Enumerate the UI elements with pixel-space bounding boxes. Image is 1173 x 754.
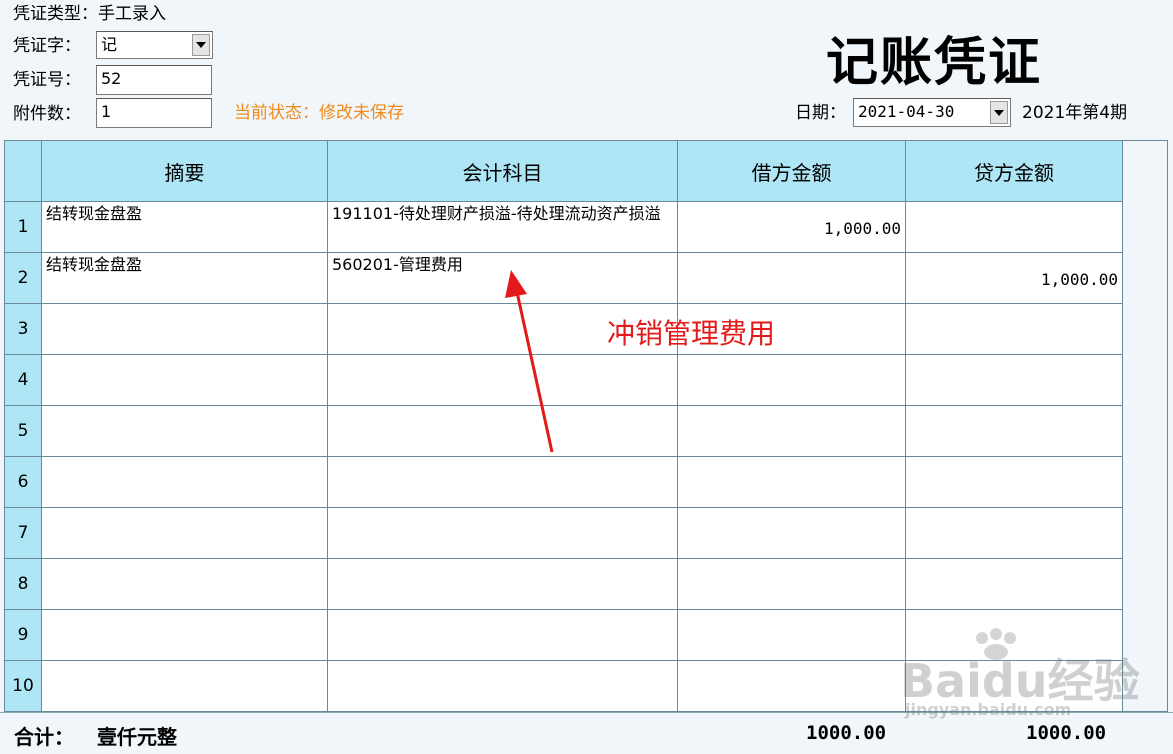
- row-number: 1: [5, 202, 42, 253]
- column-header-credit: 贷方金额: [906, 141, 1123, 202]
- account-cell[interactable]: [328, 508, 678, 559]
- attachments-label: 附件数：: [13, 104, 81, 124]
- total-in-words: 壹仟元整: [97, 725, 177, 749]
- account-cell[interactable]: [328, 661, 678, 712]
- summary-cell[interactable]: [42, 559, 328, 610]
- debit-cell[interactable]: [678, 457, 906, 508]
- debit-cell[interactable]: [678, 661, 906, 712]
- credit-total: 1000.00: [1026, 722, 1107, 744]
- summary-cell[interactable]: [42, 406, 328, 457]
- credit-cell[interactable]: 1,000.00: [906, 253, 1123, 304]
- date-select[interactable]: 2021-04-30: [853, 98, 1011, 127]
- watermark-url: jingyan.baidu.com: [905, 700, 1072, 719]
- date-dropdown-button[interactable]: [990, 101, 1008, 124]
- credit-cell[interactable]: [906, 457, 1123, 508]
- debit-cell[interactable]: [678, 355, 906, 406]
- summary-cell[interactable]: [42, 661, 328, 712]
- debit-total: 1000.00: [806, 722, 887, 744]
- column-header-summary: 摘要: [42, 141, 328, 202]
- paw-icon: [970, 628, 1030, 660]
- summary-cell[interactable]: [42, 457, 328, 508]
- annotation-arrow: [505, 270, 554, 453]
- credit-cell[interactable]: [906, 304, 1123, 355]
- page-title: 记账凭证: [826, 32, 1043, 93]
- summary-cell[interactable]: 结转现金盘盈: [42, 202, 328, 253]
- debit-cell[interactable]: [678, 610, 906, 661]
- chevron-down-icon: [196, 42, 206, 48]
- debit-cell[interactable]: [678, 406, 906, 457]
- total-label: 合计：: [14, 725, 74, 749]
- account-cell[interactable]: [328, 559, 678, 610]
- credit-cell[interactable]: [906, 559, 1123, 610]
- voucher-type-value: 手工录入: [98, 4, 166, 24]
- row-number-header: [5, 141, 42, 202]
- account-cell[interactable]: 191101-待处理财产损溢-待处理流动资产损溢: [328, 202, 678, 253]
- debit-cell[interactable]: [678, 559, 906, 610]
- credit-cell[interactable]: [906, 202, 1123, 253]
- voucher-word-value: 记: [101, 35, 118, 54]
- status-text: 当前状态：修改未保存: [234, 103, 404, 123]
- voucher-word-select[interactable]: 记: [96, 31, 213, 59]
- voucher-type-row: 凭证类型：手工录入: [13, 4, 166, 24]
- debit-cell[interactable]: [678, 253, 906, 304]
- voucher-no-label: 凭证号：: [13, 70, 81, 90]
- chevron-down-icon: [994, 109, 1004, 116]
- row-number: 9: [5, 610, 42, 661]
- credit-cell[interactable]: [906, 508, 1123, 559]
- row-number: 7: [5, 508, 42, 559]
- grid-scroll-gutter: [1120, 141, 1167, 711]
- date-value: 2021-04-30: [858, 102, 955, 121]
- credit-cell[interactable]: [906, 406, 1123, 457]
- summary-cell[interactable]: [42, 508, 328, 559]
- voucher-entry-grid: 摘要 会计科目 借方金额 贷方金额 1 结转现金盘盈 191101-待处理财产损溢-…: [4, 140, 1168, 712]
- voucher-no-input[interactable]: 52: [96, 65, 212, 95]
- annotation-text: 冲销管理费用: [607, 317, 776, 350]
- voucher-word-label: 凭证字：: [13, 36, 81, 56]
- period-text: 2021年第4期: [1022, 103, 1128, 123]
- debit-cell[interactable]: [678, 508, 906, 559]
- voucher-word-dropdown-button[interactable]: [192, 34, 210, 56]
- row-number: 2: [5, 253, 42, 304]
- row-number: 6: [5, 457, 42, 508]
- row-number: 3: [5, 304, 42, 355]
- voucher-type-label: 凭证类型：: [13, 4, 98, 24]
- attachments-input[interactable]: 1: [96, 98, 212, 128]
- account-cell[interactable]: [328, 457, 678, 508]
- row-number: 5: [5, 406, 42, 457]
- row-number: 8: [5, 559, 42, 610]
- column-header-account: 会计科目: [328, 141, 678, 202]
- summary-cell[interactable]: [42, 355, 328, 406]
- summary-cell[interactable]: [42, 610, 328, 661]
- account-cell[interactable]: [328, 610, 678, 661]
- row-number: 10: [5, 661, 42, 712]
- summary-cell[interactable]: [42, 304, 328, 355]
- credit-cell[interactable]: [906, 355, 1123, 406]
- row-number: 4: [5, 355, 42, 406]
- column-header-debit: 借方金额: [678, 141, 906, 202]
- debit-cell[interactable]: 1,000.00: [678, 202, 906, 253]
- date-label: 日期：: [795, 103, 846, 123]
- summary-cell[interactable]: 结转现金盘盈: [42, 253, 328, 304]
